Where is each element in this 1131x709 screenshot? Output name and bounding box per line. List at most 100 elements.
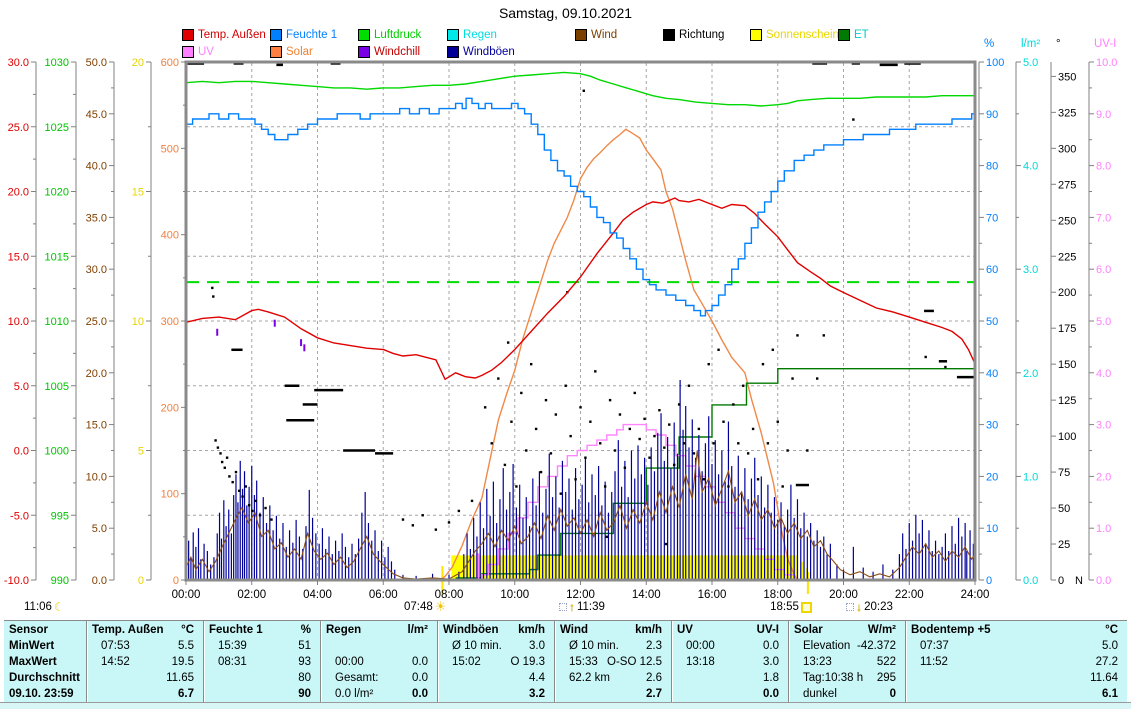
cell-label: 0.0 l/m²: [335, 688, 374, 700]
svg-text:0.0: 0.0: [1023, 575, 1038, 587]
cell-value: 90: [298, 688, 311, 700]
cell-label: 15:33: [569, 656, 598, 668]
table-column-header: Temp. Außen °C: [87, 622, 203, 638]
table-cell: 90: [204, 686, 320, 702]
cell-label: Ø 10 min.: [569, 640, 619, 652]
svg-text:4.0: 4.0: [1023, 161, 1038, 173]
cell-label: 07:37: [920, 640, 949, 652]
cell-label: Tag:10:38 h: [803, 672, 864, 684]
cell-value: 4.4: [529, 672, 545, 684]
cell-label: 00:00: [335, 656, 364, 668]
cell-value: 522: [876, 656, 896, 668]
svg-text:500: 500: [161, 143, 179, 155]
svg-text:10.0: 10.0: [8, 316, 29, 328]
cell-label: 13:18: [686, 656, 715, 668]
table-column-solar: Solar W/m² Elevation -42.372 13:23 522 Tag:10:…: [788, 621, 905, 703]
svg-text:16:00: 16:00: [698, 589, 727, 601]
svg-text:10.0: 10.0: [86, 471, 107, 483]
svg-text:90: 90: [986, 109, 998, 121]
svg-text:75: 75: [1058, 467, 1070, 479]
cell-value: 295: [876, 672, 896, 684]
svg-text:1.0: 1.0: [1096, 523, 1111, 535]
svg-text:5.0: 5.0: [1023, 57, 1038, 69]
column-name: Solar: [794, 624, 823, 636]
svg-text:100: 100: [986, 57, 1004, 69]
table-cell: 3.2: [438, 686, 554, 702]
table-column-header: UV UV-I: [672, 622, 788, 638]
cell-label: Elevation: [803, 640, 851, 652]
cell-value: 3.0: [763, 656, 779, 668]
weather-app-window: { "title": "Samstag, 09.10.2021", "legen…: [0, 0, 1131, 709]
table-cell: 0.0 l/m² 0.0: [321, 686, 437, 702]
table-row-label: MinWert: [9, 640, 55, 652]
table-cell: 62.2 km 2.6: [555, 670, 671, 686]
cell-value: -42.372: [856, 640, 896, 652]
table-column-regen: Regen l/m² 00:00 0.0 Gesamt: 0.0 0.0 l/m² 0.0: [320, 621, 437, 703]
table-cell: 2.7: [555, 686, 671, 702]
svg-text:200: 200: [1058, 287, 1076, 299]
table-column-header: Windböen km/h: [438, 622, 554, 638]
cell-label: dunkel: [803, 688, 837, 700]
svg-text:06:00: 06:00: [369, 589, 398, 601]
svg-text:175: 175: [1058, 323, 1076, 335]
svg-text:0.0: 0.0: [92, 575, 107, 587]
svg-text:3.0: 3.0: [1096, 420, 1111, 432]
svg-text:60: 60: [986, 264, 998, 276]
svg-text:2.0: 2.0: [1096, 471, 1111, 483]
svg-text:2.0: 2.0: [1023, 368, 1038, 380]
cell-value: 2.3: [646, 640, 662, 652]
svg-text:30.0: 30.0: [8, 57, 29, 69]
svg-text:-5.0: -5.0: [10, 510, 29, 522]
table-cell: 13:23 522: [789, 654, 905, 670]
svg-text:0.0: 0.0: [1096, 575, 1111, 587]
svg-text:0.0: 0.0: [14, 446, 29, 458]
cell-value: 27.2: [1095, 656, 1118, 668]
cell-value: 0.0: [763, 688, 779, 700]
series-richtung-segmente: [187, 62, 975, 487]
column-unit: km/h: [635, 624, 662, 636]
svg-text:20: 20: [986, 471, 998, 483]
svg-text:1005: 1005: [45, 381, 69, 393]
statistics-table: Sensor MinWert MaxWert Durchschnitt 09.10. 2…: [4, 620, 1127, 705]
cell-value: O-SO 12.5: [607, 656, 662, 668]
svg-text:-10.0: -10.0: [4, 575, 29, 587]
svg-text:0: 0: [138, 575, 144, 587]
cell-value: 5.5: [178, 640, 194, 652]
svg-text:300: 300: [1058, 143, 1076, 155]
column-name: Bodentemp +5: [911, 624, 991, 636]
series-solar: [440, 128, 799, 581]
svg-text:15.0: 15.0: [86, 420, 107, 432]
column-name: UV: [677, 624, 693, 636]
cell-label: 08:31: [218, 656, 247, 668]
svg-text:08:00: 08:00: [435, 589, 464, 601]
table-column-header: Solar W/m²: [789, 622, 905, 638]
svg-text:0: 0: [986, 575, 992, 587]
svg-text:200: 200: [161, 402, 179, 414]
svg-text:50: 50: [986, 316, 998, 328]
table-cell: 11.65: [87, 670, 203, 686]
svg-text:14:00: 14:00: [632, 589, 661, 601]
svg-text:0: 0: [1058, 575, 1064, 587]
column-unit: l/m²: [407, 624, 428, 636]
svg-text:100: 100: [1058, 431, 1076, 443]
table-row-label: 09.10. 23:59: [9, 688, 74, 700]
table-row-label: Durchschnitt: [9, 672, 80, 684]
table-cell: 6.1: [906, 686, 1127, 702]
svg-text:1030: 1030: [45, 57, 69, 69]
svg-text:350: 350: [1058, 71, 1076, 83]
table-row-label: MaxWert: [9, 656, 57, 668]
column-name: Windböen: [443, 624, 499, 636]
series-sonnenschein: [451, 555, 808, 579]
table-column-header: Feuchte 1%: [204, 622, 320, 638]
svg-text:50.0: 50.0: [86, 57, 107, 69]
svg-text:30: 30: [986, 420, 998, 432]
cell-label: 11:52: [920, 656, 948, 668]
svg-text:24:00: 24:00: [961, 589, 990, 601]
svg-text:5.0: 5.0: [14, 381, 29, 393]
table-header-sensor: Sensor: [9, 624, 48, 636]
svg-text:10: 10: [986, 523, 998, 535]
series-windchill: [216, 319, 306, 352]
table-cell: 11:52 27.2: [906, 654, 1127, 670]
table-cell: Ø 10 min. 3.0: [438, 638, 554, 654]
svg-text:1020: 1020: [45, 187, 69, 199]
